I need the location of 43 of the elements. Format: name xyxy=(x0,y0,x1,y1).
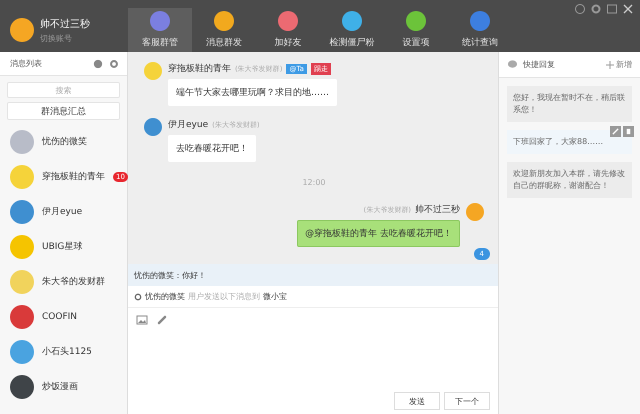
send-button[interactable]: 发送 xyxy=(394,392,440,410)
delete-icon[interactable] xyxy=(623,126,634,137)
search-field[interactable]: 搜索 xyxy=(7,82,120,98)
nav-tab[interactable]: 统计查询 xyxy=(448,8,512,52)
sender-name: 帅不过三秒 xyxy=(415,204,460,216)
target-hint: 用户发送以下消息到 xyxy=(188,291,260,302)
nav-tab[interactable]: 加好友 xyxy=(256,8,320,52)
contact-item[interactable]: 忧伤的微笑 xyxy=(0,124,127,159)
next-button[interactable]: 下一个 xyxy=(444,392,490,410)
nav-tab[interactable]: 设置项 xyxy=(384,8,448,52)
add-reply-button[interactable]: 新增 xyxy=(606,59,632,70)
summary-button[interactable]: 群消息汇总 xyxy=(7,102,120,120)
image-icon[interactable] xyxy=(136,314,148,326)
contact-item[interactable]: 炒饭漫画 xyxy=(0,369,127,404)
message-bubble: @穿拖板鞋的青年 去吃春暖花开吧！ xyxy=(297,220,460,247)
nav-tab[interactable]: 客服群管 xyxy=(128,8,192,52)
account-name: 帅不过三秒 xyxy=(40,18,90,30)
quoted-message: 忧伤的微笑：你好！ xyxy=(128,264,498,286)
edit-icon[interactable] xyxy=(610,126,621,137)
quick-reply-title: 快捷回复 xyxy=(523,59,555,70)
quick-reply-card[interactable]: 您好，我现在暂时不在，稍后联系您！ xyxy=(507,86,632,122)
contact-item[interactable]: 小石头1125 xyxy=(0,334,127,369)
plus-icon xyxy=(606,60,614,68)
message-bubble: 去吃春暖花开吧！ xyxy=(168,135,256,162)
timestamp: 12:00 xyxy=(302,178,326,187)
target-user: 忧伤的微笑 xyxy=(145,291,185,302)
contact-item[interactable]: COOFIN xyxy=(0,299,127,334)
sender-name: 穿拖板鞋的青年 xyxy=(168,62,231,75)
sender-name: 伊月eyue xyxy=(168,119,208,131)
target-bot: 微小宝 xyxy=(263,291,287,302)
close-icon[interactable] xyxy=(622,3,634,15)
quick-reply-card[interactable]: 欢迎新朋友加入本群，请先修改自己的群昵称，谢谢配合！ xyxy=(507,162,632,198)
contact-item[interactable]: 朱大爷的发财群 xyxy=(0,264,127,299)
message-bubble: 端午节大家去哪里玩啊？求目的地…… xyxy=(168,79,337,106)
minimize-icon[interactable] xyxy=(606,3,618,15)
nav-tab[interactable]: 消息群发 xyxy=(192,8,256,52)
user-avatar xyxy=(10,18,34,42)
speech-bubble-icon[interactable] xyxy=(507,59,518,70)
list-title: 消息列表 xyxy=(10,58,42,69)
contact-item[interactable]: UBIG星球 xyxy=(0,229,127,264)
add-label: 新增 xyxy=(616,59,632,70)
nav-tab[interactable]: 检测僵尸粉 xyxy=(320,8,384,52)
contact-item[interactable]: 伊月eyue xyxy=(0,194,127,229)
